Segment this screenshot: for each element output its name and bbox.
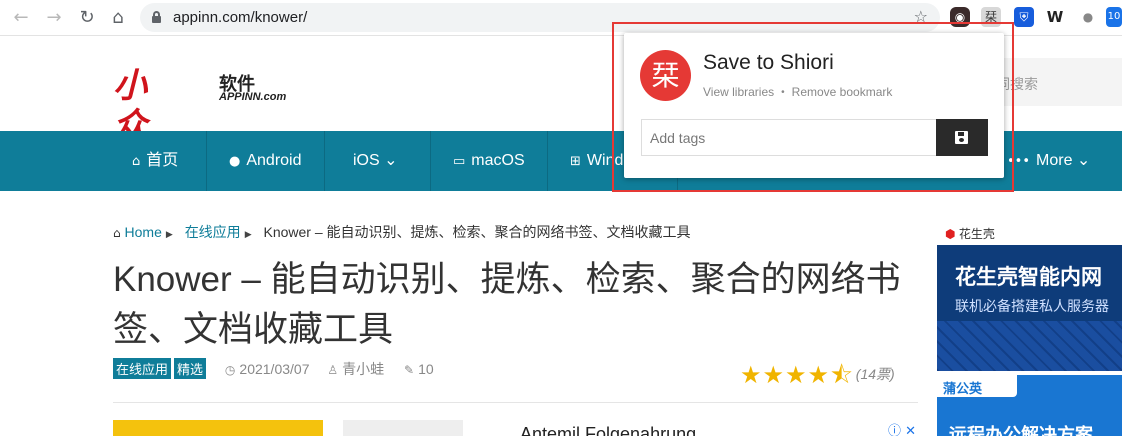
bitwarden-extension-icon[interactable]: ⛨ (1014, 7, 1034, 27)
popup-title: Save to Shiori (703, 51, 834, 74)
breadcrumb-current: Knower – 能自动识别、提炼、检索、聚合的网络书签、文档收藏工具 (263, 224, 691, 240)
rating-count: (14票) (855, 366, 895, 382)
reload-button[interactable]: ↻ (76, 7, 98, 29)
nav-item-label: macOS (471, 152, 525, 169)
breadcrumb: ⌂ Home ▶ 在线应用 ▶ Knower – 能自动识别、提炼、检索、聚合的网络… (113, 222, 691, 242)
nav-item-label: iOS ⌄ (353, 152, 398, 169)
tag-featured[interactable]: 精选 (174, 358, 207, 379)
divider (113, 402, 918, 403)
caret-right-icon: ▶ (244, 230, 252, 240)
user-icon: ♙ (327, 362, 339, 377)
badge-extension-icon[interactable]: 10 (1106, 7, 1122, 27)
remove-bookmark-link[interactable]: Remove bookmark (792, 85, 893, 99)
tag-online-apps[interactable]: 在线应用 (113, 358, 172, 379)
logo-english-text: APPINN.com (219, 91, 287, 103)
ad-banner-image (113, 420, 323, 436)
sidebar-ad-oray[interactable]: ⬢ 花生壳 花生壳智能内网 联机必备搭建私人服务器 (937, 221, 1122, 371)
inline-ad[interactable]: Antemil Folgenahrung ⓘ ✕ (113, 420, 918, 436)
ad-subline: 联机必备搭建私人服务器 (955, 298, 1109, 314)
url-text: appinn.com/knower/ (173, 9, 308, 26)
nav-item-label: 首页 (146, 152, 179, 169)
breadcrumb-home-link[interactable]: Home (125, 224, 162, 240)
ad-header: ⬢ 花生壳 (937, 221, 1122, 245)
sidebar-ad-pgyer[interactable]: 蒲公英 远程办公解决方案 (937, 375, 1122, 436)
lock-icon (152, 11, 161, 23)
nav-item-ios[interactable]: iOS ⌄ (325, 131, 431, 191)
ad-headline: 远程办公解决方案 (949, 425, 1093, 436)
shiori-logo-icon: 栞 (640, 50, 691, 101)
w-extension-icon[interactable]: W (1045, 7, 1065, 27)
ad-graphic (937, 321, 1122, 371)
home-icon: ⌂ (132, 154, 141, 169)
back-button[interactable]: ← (10, 7, 32, 29)
shiori-popup: 栞 Save to Shiori View libraries • Remove b… (624, 33, 1004, 178)
article-title: Knower – 能自动识别、提炼、检索、聚合的网络书签、文档收藏工具 (113, 260, 901, 349)
caret-right-icon: ▶ (165, 230, 173, 240)
popup-links: View libraries • Remove bookmark (703, 85, 892, 99)
article-author[interactable]: 青小蛙 (342, 361, 384, 377)
ad-headline: Antemil Folgenahrung (520, 424, 697, 436)
save-button[interactable] (936, 119, 988, 156)
ad-brand: 蒲公英 (943, 381, 983, 396)
nav-item-home[interactable]: ⌂ 首页 (110, 131, 207, 191)
windows-icon: ⊞ (570, 154, 581, 169)
breadcrumb-category-link[interactable]: 在线应用 (185, 224, 241, 240)
ad-header: 蒲公英 (937, 375, 1017, 397)
ad-brand: ⬢ 花生壳 (945, 225, 995, 242)
comments-icon: ✎ (404, 362, 415, 377)
ad-choices-icon[interactable]: ⓘ ✕ (888, 420, 916, 436)
view-libraries-link[interactable]: View libraries (703, 85, 774, 99)
nav-item-label: More ⌄ (1036, 152, 1091, 169)
monitor-icon: ▭ (453, 154, 466, 169)
leaf-extension-icon[interactable]: ● (1078, 7, 1098, 27)
comment-count[interactable]: 10 (418, 361, 434, 377)
home-icon: ⌂ (113, 226, 121, 240)
nav-item-label: Android (246, 152, 302, 169)
article-date: 2021/03/07 (239, 360, 310, 377)
save-icon (955, 131, 968, 144)
ad-brand-label: 花生壳 (958, 227, 995, 241)
nav-item-android[interactable]: ● Android (207, 131, 325, 191)
android-icon: ● (229, 154, 241, 169)
rating-stars-icon[interactable]: ★★★★⯪ (740, 361, 854, 389)
nav-item-macos[interactable]: ▭ macOS (431, 131, 548, 191)
separator-dot: • (781, 87, 785, 98)
article-meta: 在线应用 精选 ◷ 2021/03/07 ♙ 青小蛙 ✎ 10 (113, 358, 434, 380)
tags-input[interactable] (641, 119, 937, 156)
ad-headline: 花生壳智能内网 (955, 266, 1102, 289)
rating[interactable]: ★★★★⯪ (14票) (740, 358, 895, 399)
home-button[interactable]: ⌂ (107, 7, 129, 29)
clock-icon: ◷ (224, 362, 236, 377)
oray-logo-icon: ⬢ (945, 227, 956, 241)
forward-button[interactable]: → (43, 7, 65, 29)
ad-photo (343, 420, 463, 436)
